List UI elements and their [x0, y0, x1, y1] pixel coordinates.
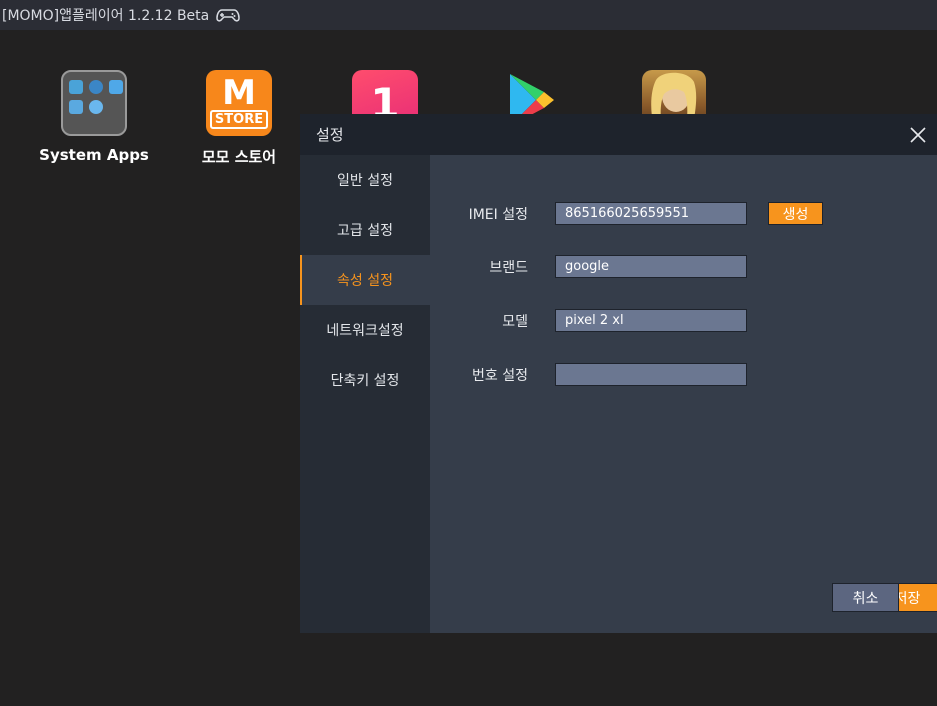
brand-row: 브랜드 google	[430, 255, 747, 278]
number-field[interactable]	[555, 363, 747, 386]
system-apps-icon	[61, 70, 127, 136]
desktop-app-label: 모모 스토어	[201, 148, 277, 166]
dialog-title: 설정	[316, 126, 344, 144]
nav-shortcut-settings[interactable]: 단축키 설정	[300, 355, 430, 405]
imei-field[interactable]: 865166025659551	[555, 202, 747, 225]
nav-general-settings[interactable]: 일반 설정	[300, 155, 430, 205]
model-field[interactable]: pixel 2 xl	[555, 309, 747, 332]
close-icon[interactable]	[909, 126, 927, 144]
number-row: 번호 설정	[430, 363, 747, 386]
settings-sidebar: 일반 설정 고급 설정 속성 설정 네트워크설정 단축키 설정	[300, 155, 430, 633]
generate-button[interactable]: 생성	[768, 202, 823, 225]
nav-advanced-settings[interactable]: 고급 설정	[300, 205, 430, 255]
title-bar: [MOMO]앱플레이어 1.2.12 Beta	[0, 0, 937, 30]
number-label: 번호 설정	[472, 367, 528, 384]
desktop-app-system-apps[interactable]: System Apps	[39, 70, 149, 164]
cancel-button[interactable]: 취소	[832, 583, 899, 612]
momo-store-icon: M STORE	[206, 70, 272, 136]
desktop-app-momo-store[interactable]: M STORE 모모 스토어	[184, 70, 294, 167]
brand-label: 브랜드	[489, 259, 528, 276]
momo-store-logo-text: M	[222, 72, 256, 113]
imei-label: IMEI 설정	[468, 206, 528, 223]
model-label: 모델	[502, 313, 528, 330]
nav-property-settings[interactable]: 속성 설정	[300, 255, 430, 305]
model-row: 모델 pixel 2 xl	[430, 309, 747, 332]
settings-content: IMEI 설정 865166025659551 생성 브랜드 google 모델…	[430, 155, 937, 633]
desktop-app-label: System Apps	[39, 146, 149, 164]
momo-store-badge: STORE	[209, 109, 269, 129]
imei-row: IMEI 설정 865166025659551 생성	[430, 202, 823, 225]
gamepad-icon[interactable]	[216, 7, 241, 23]
window-title: [MOMO]앱플레이어 1.2.12 Beta	[2, 8, 210, 24]
dialog-header: 설정	[300, 114, 937, 155]
settings-dialog: 설정 일반 설정 고급 설정 속성 설정 네트워크설정 단축키 설정 IMEI …	[300, 114, 937, 633]
nav-network-settings[interactable]: 네트워크설정	[300, 305, 430, 355]
brand-field[interactable]: google	[555, 255, 747, 278]
